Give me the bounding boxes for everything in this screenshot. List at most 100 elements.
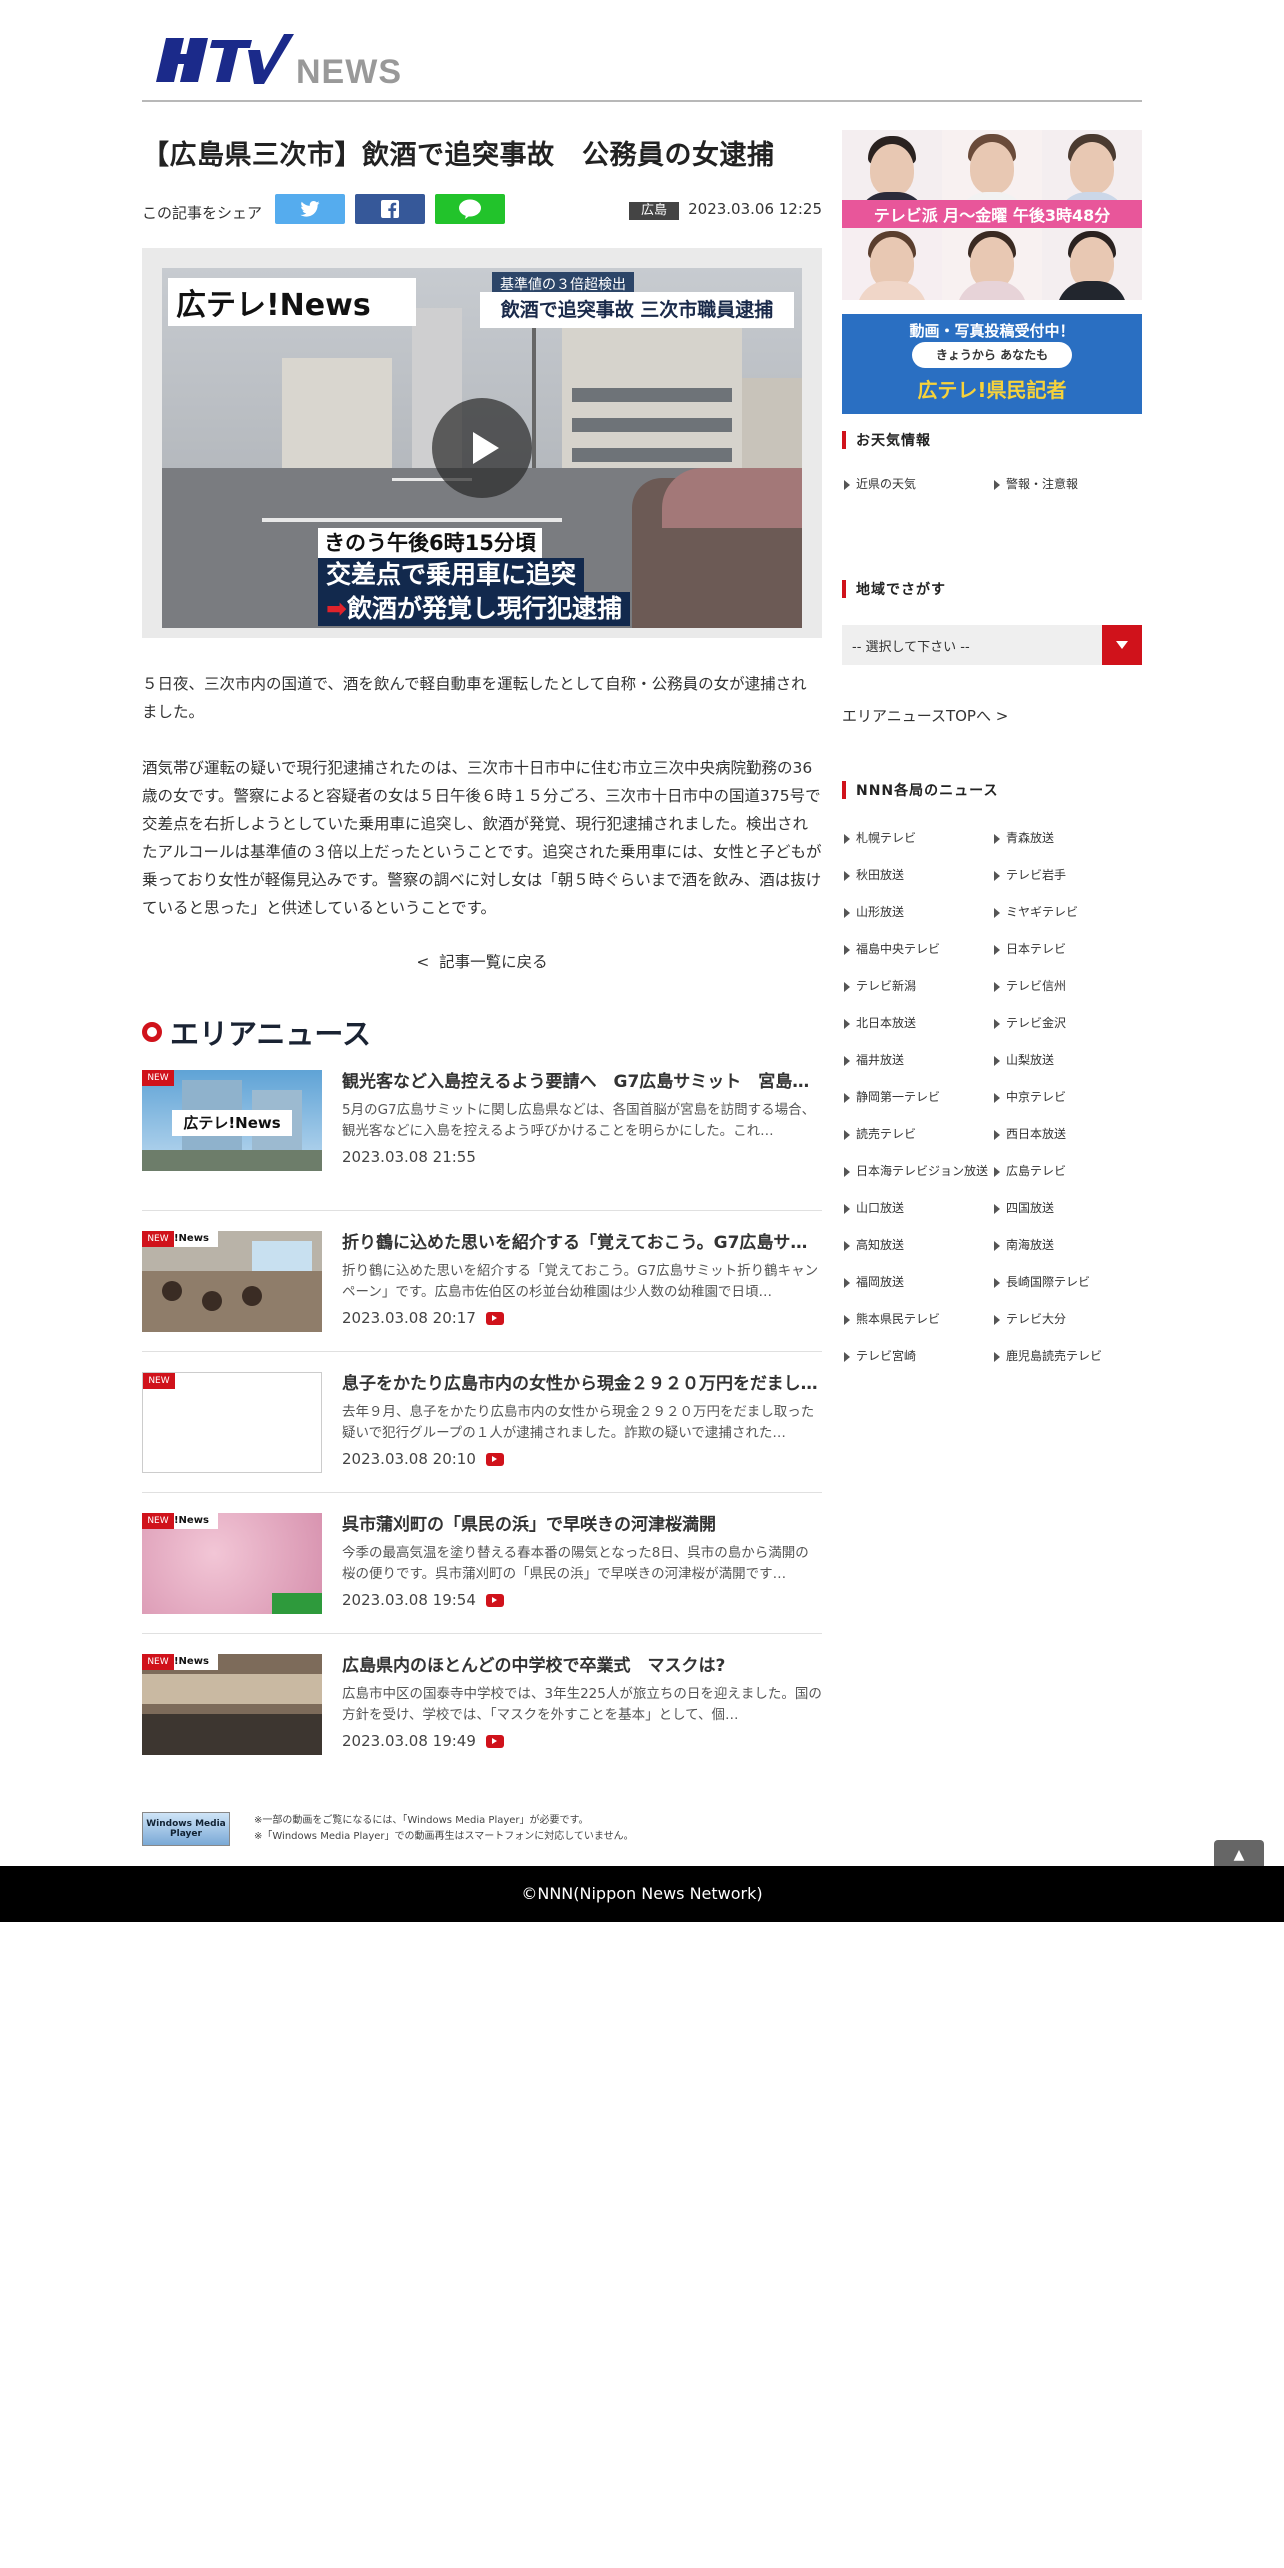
chevron-down-icon <box>1116 641 1128 649</box>
dropdown-button[interactable] <box>1102 625 1142 665</box>
nnn-station-link[interactable]: テレビ宮崎 <box>842 1338 992 1375</box>
new-badge: NEW <box>142 1231 174 1247</box>
wmp-notice: Windows Media Player ※一部の動画をご覧になるには、「Win… <box>142 1812 634 1846</box>
video-player[interactable]: 広テレ!News 基準値の３倍超検出 飲酒で追突事故 三次市職員逮捕 きのう午後… <box>142 248 822 638</box>
facebook-share-button[interactable] <box>355 194 425 224</box>
nnn-station-link[interactable]: 中京テレビ <box>992 1079 1142 1116</box>
nnn-station-link[interactable]: 長崎国際テレビ <box>992 1264 1142 1301</box>
article-main: 【広島県三次市】飲酒で追突事故 公務員の女逮捕 この記事をシェア 広島 2023… <box>142 130 822 1775</box>
news-thumbnail[interactable]: NEW !News <box>142 1513 322 1614</box>
line-share-button[interactable] <box>435 194 505 224</box>
nnn-station-link[interactable]: テレビ新潟 <box>842 968 992 1005</box>
news-desc: 5月のG7広島サミットに関し広島県などは、各国首脳が宮島を訪問する場合、観光客な… <box>342 1102 816 1139</box>
news-date: 2023.03.08 19:54 <box>342 1591 504 1609</box>
region-select[interactable]: -- 選択して下さい -- <box>842 625 1142 665</box>
wmp-note-2: ※「Windows Media Player」での動画再生はスマートフォンに対応… <box>254 1831 634 1842</box>
nnn-station-link[interactable]: 日本海テレビジョン放送 <box>842 1153 992 1190</box>
news-title[interactable]: 観光客など入島控えるよう要請へ G7広島サミット 宮島… <box>342 1070 822 1094</box>
news-item[interactable]: NEW !News 広島県内のほとんどの中学校で卒業式 マスクは? 広島市中区の… <box>142 1634 822 1775</box>
weather-link-nearby[interactable]: 近県の天気 <box>842 466 992 503</box>
news-date: 2023.03.08 20:10 <box>342 1450 504 1468</box>
news-thumbnail[interactable]: NEW !News <box>142 1654 322 1755</box>
news-title[interactable]: 折り鶴に込めた思いを紹介する「覚えておこう。G7広島サミ… <box>342 1231 822 1255</box>
nnn-station-link[interactable]: テレビ大分 <box>992 1301 1142 1338</box>
area-news-heading: エリアニュース <box>142 1012 822 1052</box>
video-logo: 広テレ!News <box>168 278 416 326</box>
youtube-icon <box>485 1311 504 1325</box>
logo-news-text: NEWS <box>296 53 402 91</box>
news-item[interactable]: NEW 息子をかたり広島市内の女性から現金２９２０万円をだまし… 去年９月、息子… <box>142 1352 822 1493</box>
htv-news-logo[interactable]: NEWS <box>156 30 402 90</box>
video-headline: 飲酒で追突事故 三次市職員逮捕 <box>480 292 794 328</box>
nnn-station-link[interactable]: 山形放送 <box>842 894 992 931</box>
site-header: NEWS <box>142 26 1142 102</box>
play-icon <box>473 432 499 464</box>
nnn-station-link[interactable]: 日本テレビ <box>992 931 1142 968</box>
weather-links: 近県の天気 警報・注意報 <box>842 466 1142 503</box>
video-thumbnail[interactable]: 広テレ!News 基準値の３倍超検出 飲酒で追突事故 三次市職員逮捕 きのう午後… <box>162 268 802 628</box>
program-promo-banner[interactable]: テレビ派 月～金曜 午後3時48分 <box>842 130 1142 300</box>
video-caption-time: きのう午後6時15分頃 <box>318 528 542 558</box>
nnn-station-link[interactable]: 西日本放送 <box>992 1116 1142 1153</box>
nnn-station-link[interactable]: テレビ金沢 <box>992 1005 1142 1042</box>
news-title[interactable]: 呉市蒲刈町の「県民の浜」で早咲きの河津桜満開 <box>342 1513 822 1537</box>
article-title: 【広島県三次市】飲酒で追突事故 公務員の女逮捕 <box>142 140 775 171</box>
back-to-list-link[interactable]: < 記事一覧に戻る <box>142 950 822 972</box>
nnn-station-link[interactable]: 福島中央テレビ <box>842 931 992 968</box>
arrow-up-icon: ▲ <box>1233 1847 1245 1863</box>
nnn-station-link[interactable]: 鹿児島読売テレビ <box>992 1338 1142 1375</box>
nnn-station-link[interactable]: テレビ信州 <box>992 968 1142 1005</box>
nnn-station-link[interactable]: 四国放送 <box>992 1190 1142 1227</box>
news-title[interactable]: 息子をかたり広島市内の女性から現金２９２０万円をだまし… <box>342 1372 822 1396</box>
nnn-station-link[interactable]: 青森放送 <box>992 820 1142 857</box>
news-thumbnail[interactable]: NEW !News <box>142 1231 322 1332</box>
new-badge: NEW <box>142 1070 174 1086</box>
video-caption-main: 交差点で乗用車に追突 <box>318 558 585 592</box>
nnn-station-link[interactable]: 南海放送 <box>992 1227 1142 1264</box>
circle-icon <box>142 1022 162 1042</box>
windows-media-player-badge[interactable]: Windows Media Player <box>142 1812 230 1846</box>
nnn-links: 札幌テレビ 青森放送 秋田放送 テレビ岩手 山形放送 ミヤギテレビ 福島中央テレビ 日本テレビ… <box>842 820 1142 1375</box>
nnn-station-link[interactable]: テレビ岩手 <box>992 857 1142 894</box>
nnn-station-link[interactable]: 読売テレビ <box>842 1116 992 1153</box>
youtube-icon <box>485 1452 504 1466</box>
new-badge: NEW <box>142 1513 174 1529</box>
youtube-icon <box>485 1734 504 1748</box>
news-thumbnail[interactable]: NEW 広テレ!News <box>142 1070 322 1171</box>
facebook-icon <box>381 200 399 218</box>
chevron-left-icon: < <box>416 953 440 971</box>
nnn-station-link[interactable]: 秋田放送 <box>842 857 992 894</box>
chevron-right-icon: > <box>990 707 1009 725</box>
news-item[interactable]: NEW !News 呉市蒲刈町の「県民の浜」で早咲きの河津桜満開 今季の最高気温… <box>142 1493 822 1634</box>
area-news-top-link[interactable]: エリアニュースTOPへ > <box>842 705 1142 726</box>
news-desc: 去年９月、息子をかたり広島市内の女性から現金２９２０万円をだまし取った疑いで犯行… <box>342 1404 815 1441</box>
youtube-icon <box>485 1593 504 1607</box>
weather-link-warnings[interactable]: 警報・注意報 <box>992 466 1142 503</box>
news-item[interactable]: NEW 広テレ!News 観光客など入島控えるよう要請へ G7広島サミット 宮島… <box>142 1070 822 1211</box>
nnn-station-link[interactable]: 熊本県民テレビ <box>842 1301 992 1338</box>
nnn-station-link[interactable]: 福井放送 <box>842 1042 992 1079</box>
nnn-station-link[interactable]: ミヤギテレビ <box>992 894 1142 931</box>
nnn-station-link[interactable]: 福岡放送 <box>842 1264 992 1301</box>
nnn-station-link[interactable]: 高知放送 <box>842 1227 992 1264</box>
nnn-heading: NNN各局のニュース <box>842 780 1142 800</box>
news-date: 2023.03.08 20:17 <box>342 1309 504 1327</box>
nnn-station-link[interactable]: 山梨放送 <box>992 1042 1142 1079</box>
news-title[interactable]: 広島県内のほとんどの中学校で卒業式 マスクは? <box>342 1654 822 1678</box>
nnn-station-link[interactable]: 静岡第一テレビ <box>842 1079 992 1116</box>
news-thumbnail[interactable]: NEW <box>142 1372 322 1473</box>
line-icon <box>459 199 481 219</box>
nnn-station-link[interactable]: 山口放送 <box>842 1190 992 1227</box>
twitter-share-button[interactable] <box>275 194 345 224</box>
news-date: 2023.03.08 19:49 <box>342 1732 504 1750</box>
weather-heading: お天気情報 <box>842 430 1142 450</box>
nnn-station-link[interactable]: 札幌テレビ <box>842 820 992 857</box>
nnn-station-link[interactable]: 北日本放送 <box>842 1005 992 1042</box>
region-heading: 地域でさがす <box>842 579 1142 599</box>
play-button[interactable] <box>432 398 532 498</box>
news-desc: 広島市中区の国泰寺中学校では、3年生225人が旅立ちの日を迎えました。国の方針を… <box>342 1686 822 1723</box>
area-tag[interactable]: 広島 <box>629 202 679 220</box>
news-item[interactable]: NEW !News 折り鶴に込めた思いを紹介する「覚えておこう。G7広島サミ… … <box>142 1211 822 1352</box>
nnn-station-link[interactable]: 広島テレビ <box>992 1153 1142 1190</box>
citizen-reporter-banner[interactable]: 動画・写真投稿受付中！ きょうから あなたも 広テレ!県民記者 <box>842 314 1142 414</box>
